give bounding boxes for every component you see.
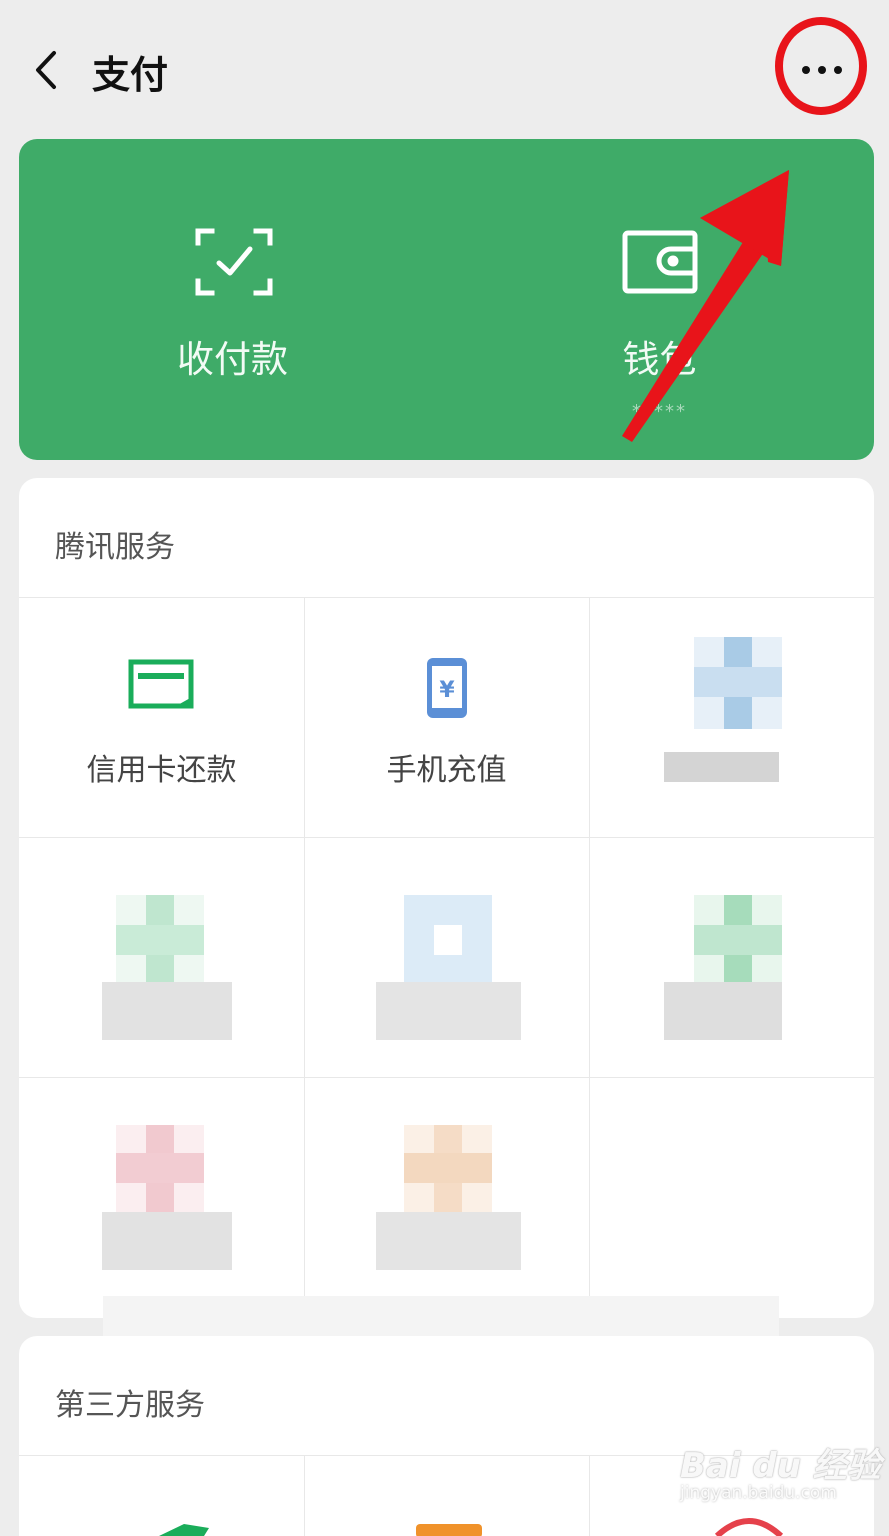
svg-text:¥: ¥ — [439, 678, 455, 703]
pixelated-label — [102, 1212, 232, 1270]
ticket-icon — [416, 1524, 482, 1536]
service-obscured[interactable] — [304, 1077, 589, 1317]
pixelated-label — [376, 1212, 521, 1270]
service-obscured[interactable] — [589, 597, 874, 837]
back-button[interactable] — [26, 45, 66, 95]
scan-check-icon — [195, 228, 273, 296]
service-label: 手机充值 — [386, 753, 507, 788]
chevron-left-icon — [36, 51, 56, 89]
service-phone-recharge[interactable]: ¥ 手机充值 — [304, 597, 589, 837]
top-bar: 支付 — [0, 0, 889, 135]
service-obscured[interactable] — [19, 1077, 304, 1317]
baidu-watermark: Bai du 经验 jingyan.baidu.com — [680, 1438, 881, 1503]
wallet-balance-masked: ***** — [632, 401, 687, 422]
divider — [589, 1455, 590, 1536]
flight-icon — [159, 1524, 209, 1536]
section-title: 腾讯服务 — [55, 530, 175, 565]
more-button[interactable] — [790, 45, 850, 95]
service-credit-card[interactable]: 信用卡还款 — [19, 597, 304, 837]
pixelated-strip — [103, 1296, 779, 1340]
divider — [304, 1455, 305, 1536]
wallet-icon — [622, 230, 698, 294]
pay-receive-button[interactable]: 收付款 — [19, 139, 446, 460]
page-title: 支付 — [92, 53, 169, 97]
pixelated-icon — [404, 1125, 492, 1213]
service-obscured[interactable] — [19, 837, 304, 1077]
credit-card-icon — [128, 659, 193, 709]
wallet-label: 钱包 — [622, 338, 697, 381]
service-obscured[interactable] — [589, 837, 874, 1077]
pixelated-label — [102, 982, 232, 1040]
phone-yuan-icon: ¥ — [426, 658, 467, 718]
watermark-main: Bai du 经验 — [680, 1446, 881, 1486]
pixelated-label — [664, 752, 779, 782]
wallet-button[interactable]: 钱包 ***** — [446, 139, 873, 460]
pixelated-label — [664, 982, 782, 1040]
pixelated-icon — [116, 1125, 204, 1213]
tencent-services-section: 腾讯服务 信用卡还款 ¥ 手机充值 — [19, 478, 874, 1318]
pixelated-icon — [404, 895, 492, 987]
pixelated-icon — [694, 895, 782, 987]
wallet-card: 收付款 钱包 ***** — [19, 139, 874, 460]
service-label: 信用卡还款 — [86, 753, 237, 788]
pay-receive-label: 收付款 — [177, 338, 288, 381]
pixelated-label — [376, 982, 521, 1040]
section-title: 第三方服务 — [55, 1388, 205, 1423]
pixelated-icon — [116, 895, 204, 987]
food-icon — [714, 1518, 784, 1536]
pixelated-icon — [694, 637, 782, 729]
more-dots-icon — [802, 66, 842, 74]
service-obscured[interactable] — [304, 837, 589, 1077]
third-party-services-section: 第三方服务 — [19, 1336, 874, 1536]
